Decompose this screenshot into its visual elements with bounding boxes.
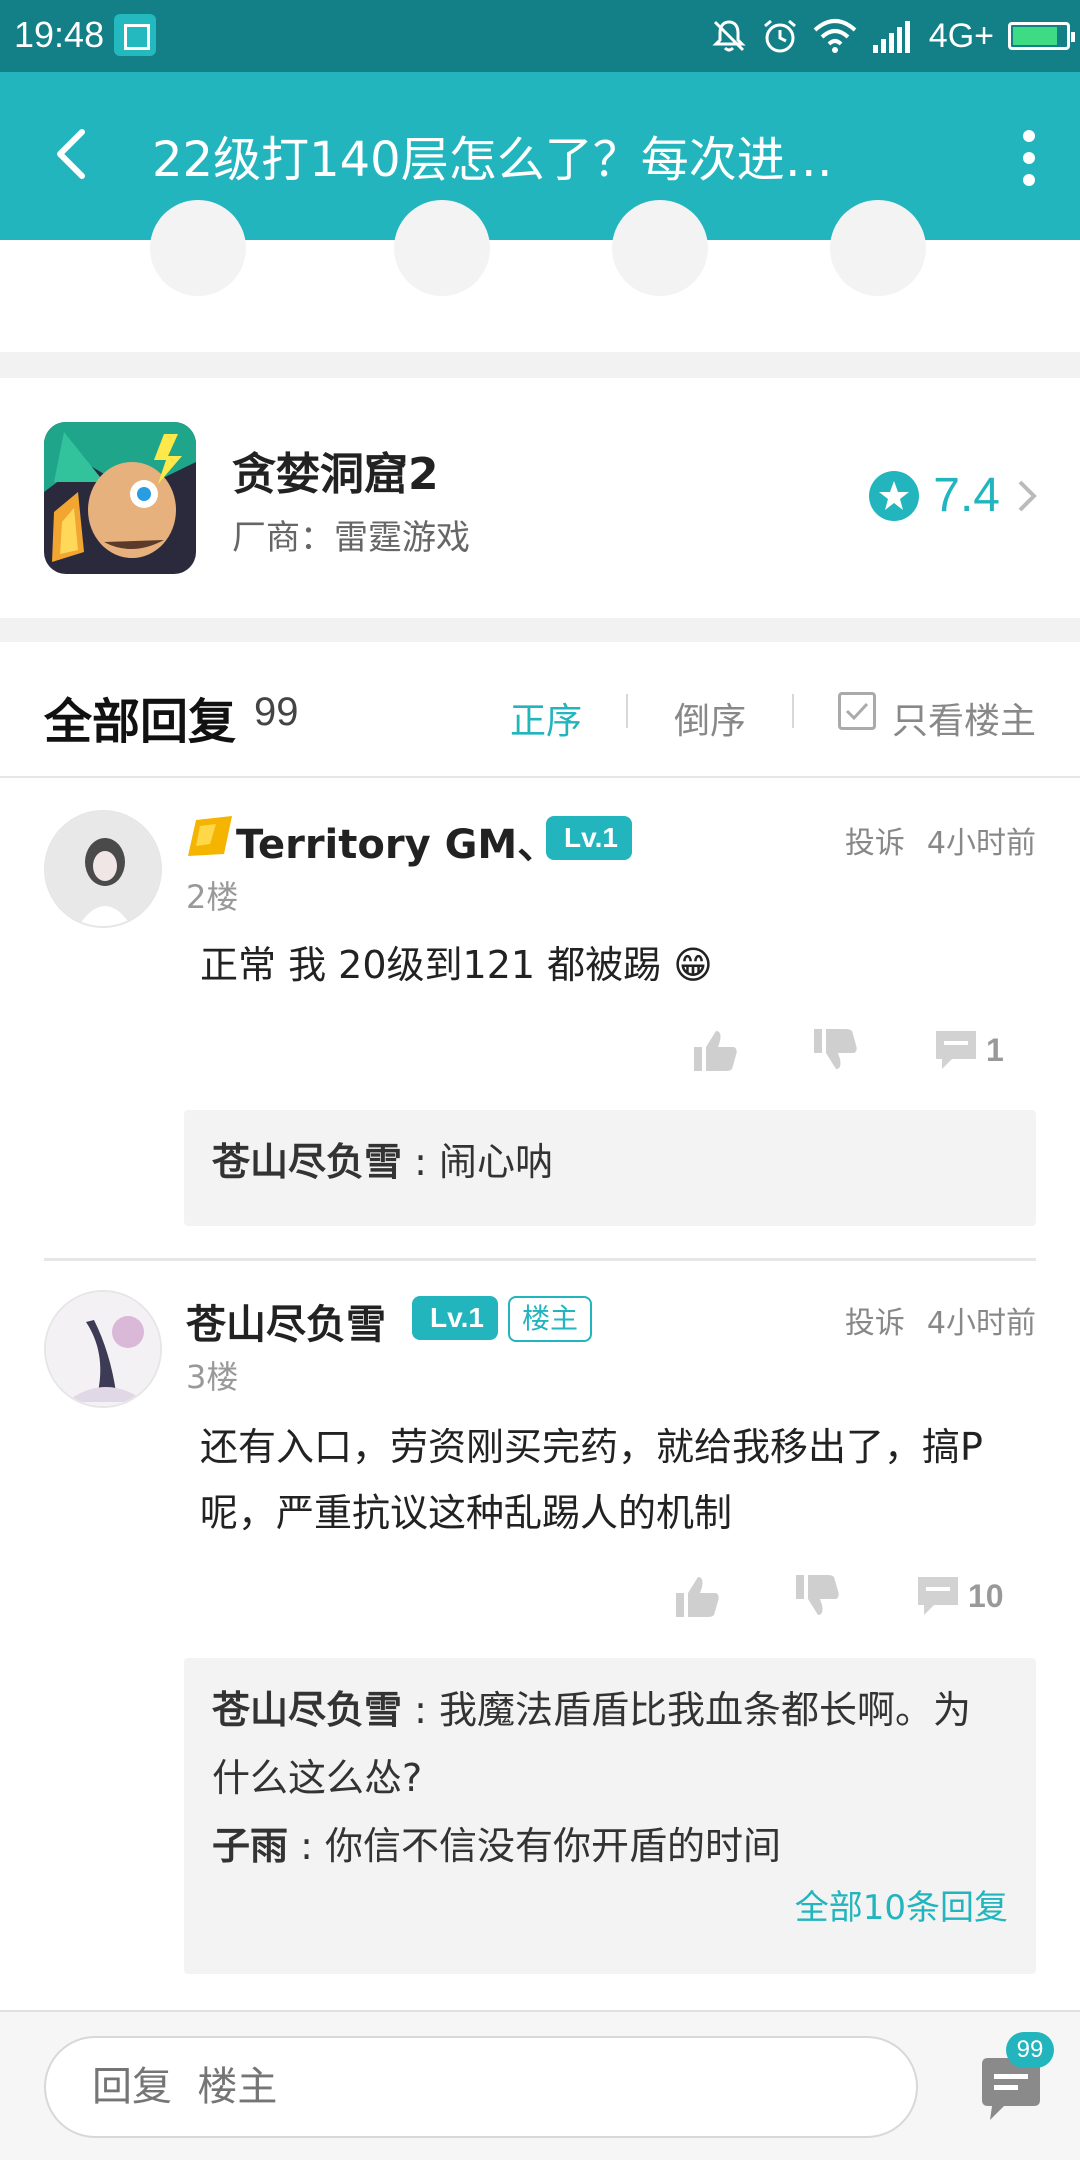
post-actions: 10 [672, 1566, 1004, 1626]
chevron-right-icon [1018, 480, 1037, 511]
post-meta: 投诉 4小时前 [845, 1298, 1036, 1342]
replies-title: 全部回复 [44, 694, 237, 750]
comment-count: 1 [986, 1031, 1004, 1068]
bottom-reply-bar: 99 [0, 2010, 1080, 2160]
rating-value: 7.4 [933, 469, 1000, 522]
replies-header: 全部回复 99 正序 倒序 只看楼主 [0, 642, 1080, 778]
post-time: 4小时前 [926, 826, 1036, 861]
like-icon[interactable] [690, 1025, 740, 1075]
message-badge: 99 [1006, 2032, 1054, 2068]
back-arrow-icon[interactable] [44, 124, 104, 184]
sub-reply-text: : 闹心呐 [402, 1140, 553, 1184]
battery-icon [1008, 22, 1075, 50]
page-title: 22级打140层怎么了？每次进… [152, 132, 833, 188]
username[interactable]: 苍山尽负雪 [186, 1292, 386, 1350]
more-menu-icon[interactable] [1014, 130, 1044, 186]
status-time: 19:48 [14, 14, 105, 55]
floor-number: 3楼 [186, 1358, 239, 1396]
reply-input[interactable] [44, 2036, 918, 2138]
alarm-icon [763, 19, 796, 53]
comment-count: 10 [968, 1577, 1004, 1614]
avatar[interactable] [44, 1290, 162, 1408]
level-badge: Lv.1 [546, 816, 632, 860]
like-icon[interactable] [672, 1571, 722, 1621]
all-replies-link[interactable]: 全部10条回复 [212, 1880, 1008, 1936]
star-icon [869, 470, 920, 521]
comment-icon [918, 1577, 958, 1615]
sort-ascending-tab[interactable]: 正序 [510, 692, 582, 744]
sub-reply-user[interactable]: 苍山尽负雪 [212, 1140, 402, 1184]
sub-replies[interactable]: 苍山尽负雪 : 闹心呐 [184, 1110, 1036, 1226]
network-type: 4G+ [928, 16, 994, 55]
comment-button[interactable]: 10 [914, 1573, 1004, 1619]
sub-reply: 苍山尽负雪 : 我魔法盾盾比我血条都长啊。为什么这么怂? [212, 1676, 1008, 1812]
sub-reply: 苍山尽负雪 : 闹心呐 [212, 1128, 1008, 1196]
comment-button[interactable]: 1 [932, 1027, 1004, 1073]
separator [792, 694, 794, 728]
comment-icon [936, 1031, 976, 1069]
game-card[interactable]: 贪婪洞窟2 厂商：雷霆游戏 7.4 [0, 378, 1080, 618]
reply-post: Territory GM、. Lv.1 投诉 4小时前 2楼 正常 我 20级到1… [0, 780, 1080, 1260]
post-meta: 投诉 4小时前 [845, 818, 1036, 862]
post-content: 还有入口，劳资刚买完药，就给我移出了，搞P呢，严重抗议这种乱踢人的机制 [200, 1425, 983, 1535]
replies-count: 99 [254, 690, 299, 734]
sub-reply-text: : 你信不信没有你开盾的时间 [288, 1824, 781, 1868]
status-bar: 19:48 4G+ [0, 0, 1080, 72]
dislike-icon[interactable] [792, 1571, 842, 1621]
floor-number: 2楼 [186, 878, 239, 916]
dislike-icon[interactable] [810, 1025, 860, 1075]
post-divider [44, 1258, 1036, 1261]
only-host-label[interactable]: 只看楼主 [892, 692, 1036, 744]
level-badge: Lv.1 [412, 1296, 498, 1340]
game-name: 贪婪洞窟2 [232, 449, 439, 500]
user-medal-icon [188, 816, 232, 856]
avatar[interactable] [44, 810, 162, 928]
signal-icon [872, 21, 910, 53]
game-icon [44, 422, 196, 574]
post-time: 4小时前 [926, 1306, 1036, 1341]
wifi-icon [813, 19, 857, 53]
scrolled-section-stub [0, 200, 1080, 352]
section-divider [0, 618, 1080, 642]
reply-post: 苍山尽负雪 Lv.1 楼主 投诉 4小时前 3楼 还有入口，劳资刚买完药，就给我移… [0, 1262, 1080, 1982]
game-rating[interactable]: 7.4 [869, 468, 1040, 523]
report-link[interactable]: 投诉 [845, 826, 905, 861]
sub-reply: 子雨 : 你信不信没有你开盾的时间 [212, 1812, 1008, 1880]
post-actions: 1 [690, 1020, 1004, 1080]
username[interactable]: Territory GM、. [236, 812, 572, 870]
sub-replies[interactable]: 苍山尽负雪 : 我魔法盾盾比我血条都长啊。为什么这么怂? 子雨 : 你信不信没有… [184, 1658, 1036, 1974]
section-divider [0, 352, 1080, 378]
report-link[interactable]: 投诉 [845, 1306, 905, 1341]
only-host-checkbox[interactable] [838, 692, 876, 730]
post-content: 正常 我 20级到121 都被踢 😁 [200, 943, 713, 987]
separator [626, 694, 628, 728]
mute-notification-icon [712, 20, 746, 52]
sub-reply-user[interactable]: 子雨 [212, 1824, 288, 1868]
sub-reply-user[interactable]: 苍山尽负雪 [212, 1688, 402, 1732]
game-maker: 厂商：雷霆游戏 [232, 518, 470, 558]
host-badge: 楼主 [508, 1296, 593, 1342]
screenshot-icon [114, 14, 156, 56]
sort-descending-tab[interactable]: 倒序 [674, 692, 746, 744]
